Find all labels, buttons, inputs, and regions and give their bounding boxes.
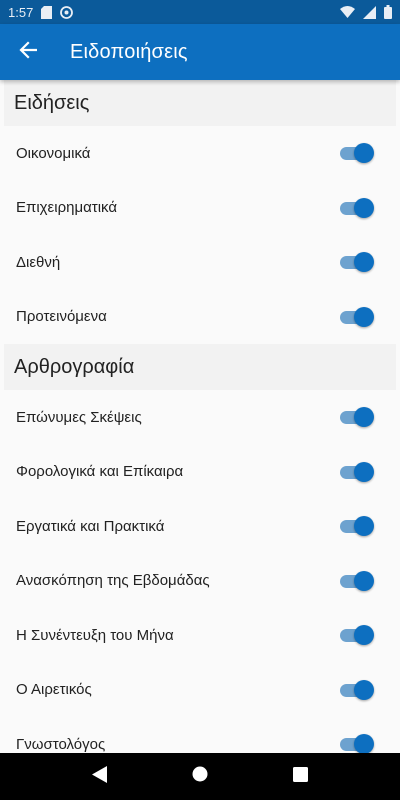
pref-row-named-thoughts[interactable]: Επώνυμες Σκέψεις: [0, 390, 400, 445]
toggle-switch[interactable]: [338, 197, 374, 219]
nav-recents-button[interactable]: [280, 757, 320, 797]
home-circle-icon: [192, 766, 208, 787]
sd-card-icon: [41, 5, 53, 19]
pref-label: Φορολογικά και Επίκαιρα: [16, 463, 184, 481]
toggle-switch[interactable]: [338, 679, 374, 701]
pref-row-business[interactable]: Επιχειρηματικά: [0, 181, 400, 236]
signal-icon: [363, 5, 376, 19]
toggle-switch[interactable]: [338, 142, 374, 164]
pref-label: Διεθνή: [16, 253, 61, 271]
pref-row-weekly-review[interactable]: Ανασκόπηση της Εβδομάδας: [0, 554, 400, 609]
toggle-switch[interactable]: [338, 461, 374, 483]
pref-row-recommended[interactable]: Προτεινόμενα: [0, 290, 400, 345]
toggle-switch[interactable]: [338, 570, 374, 592]
toggle-switch[interactable]: [338, 406, 374, 428]
pref-row-finance[interactable]: Οικονομικά: [0, 126, 400, 181]
toggle-switch[interactable]: [338, 306, 374, 328]
pref-row-international[interactable]: Διεθνή: [0, 235, 400, 290]
pref-row-tax-current[interactable]: Φορολογικά και Επίκαιρα: [0, 445, 400, 500]
pref-label: Προτεινόμενα: [16, 308, 107, 326]
toggle-switch[interactable]: [338, 251, 374, 273]
back-triangle-icon: [92, 765, 108, 788]
back-button[interactable]: [0, 24, 56, 80]
pref-label: Επώνυμες Σκέψεις: [16, 408, 142, 426]
nav-home-button[interactable]: [180, 757, 220, 797]
pref-row-monthly-interview[interactable]: Η Συνέντευξη του Μήνα: [0, 608, 400, 663]
pref-label: Ο Αιρετικός: [16, 681, 92, 699]
arrow-back-icon: [19, 40, 38, 64]
pref-label: Οικονομικά: [16, 144, 91, 162]
wifi-icon: [340, 6, 355, 18]
section-header-articles: Αρθρογραφία: [4, 344, 396, 390]
status-time: 1:57: [8, 4, 34, 20]
pref-row-heretic[interactable]: Ο Αιρετικός: [0, 663, 400, 718]
toggle-switch[interactable]: [338, 624, 374, 646]
toggle-switch[interactable]: [338, 515, 374, 537]
app-bar: Ειδοποιήσεις: [0, 24, 400, 80]
pref-label: Επιχειρηματικά: [16, 199, 118, 217]
pref-label: Εργατικά και Πρακτικά: [16, 517, 165, 535]
pref-label: Η Συνέντευξη του Μήνα: [16, 626, 174, 644]
at-sign-icon: [60, 5, 74, 19]
pref-row-gnostologos[interactable]: Γνωστολόγος: [0, 717, 400, 753]
recents-square-icon: [292, 766, 308, 787]
system-nav-bar: [0, 753, 400, 800]
pref-label: Γνωστολόγος: [16, 735, 106, 753]
nav-back-button[interactable]: [80, 757, 120, 797]
toggle-switch[interactable]: [338, 733, 374, 753]
section-header-news: Ειδήσεις: [4, 80, 396, 126]
status-bar: 1:57: [0, 0, 400, 24]
settings-list[interactable]: Ειδήσεις Οικονομικά Επιχειρηματικά Διεθν…: [0, 80, 400, 753]
battery-icon: [384, 5, 392, 19]
pref-row-labor-practical[interactable]: Εργατικά και Πρακτικά: [0, 499, 400, 554]
page-title: Ειδοποιήσεις: [70, 40, 188, 63]
pref-label: Ανασκόπηση της Εβδομάδας: [16, 572, 210, 590]
